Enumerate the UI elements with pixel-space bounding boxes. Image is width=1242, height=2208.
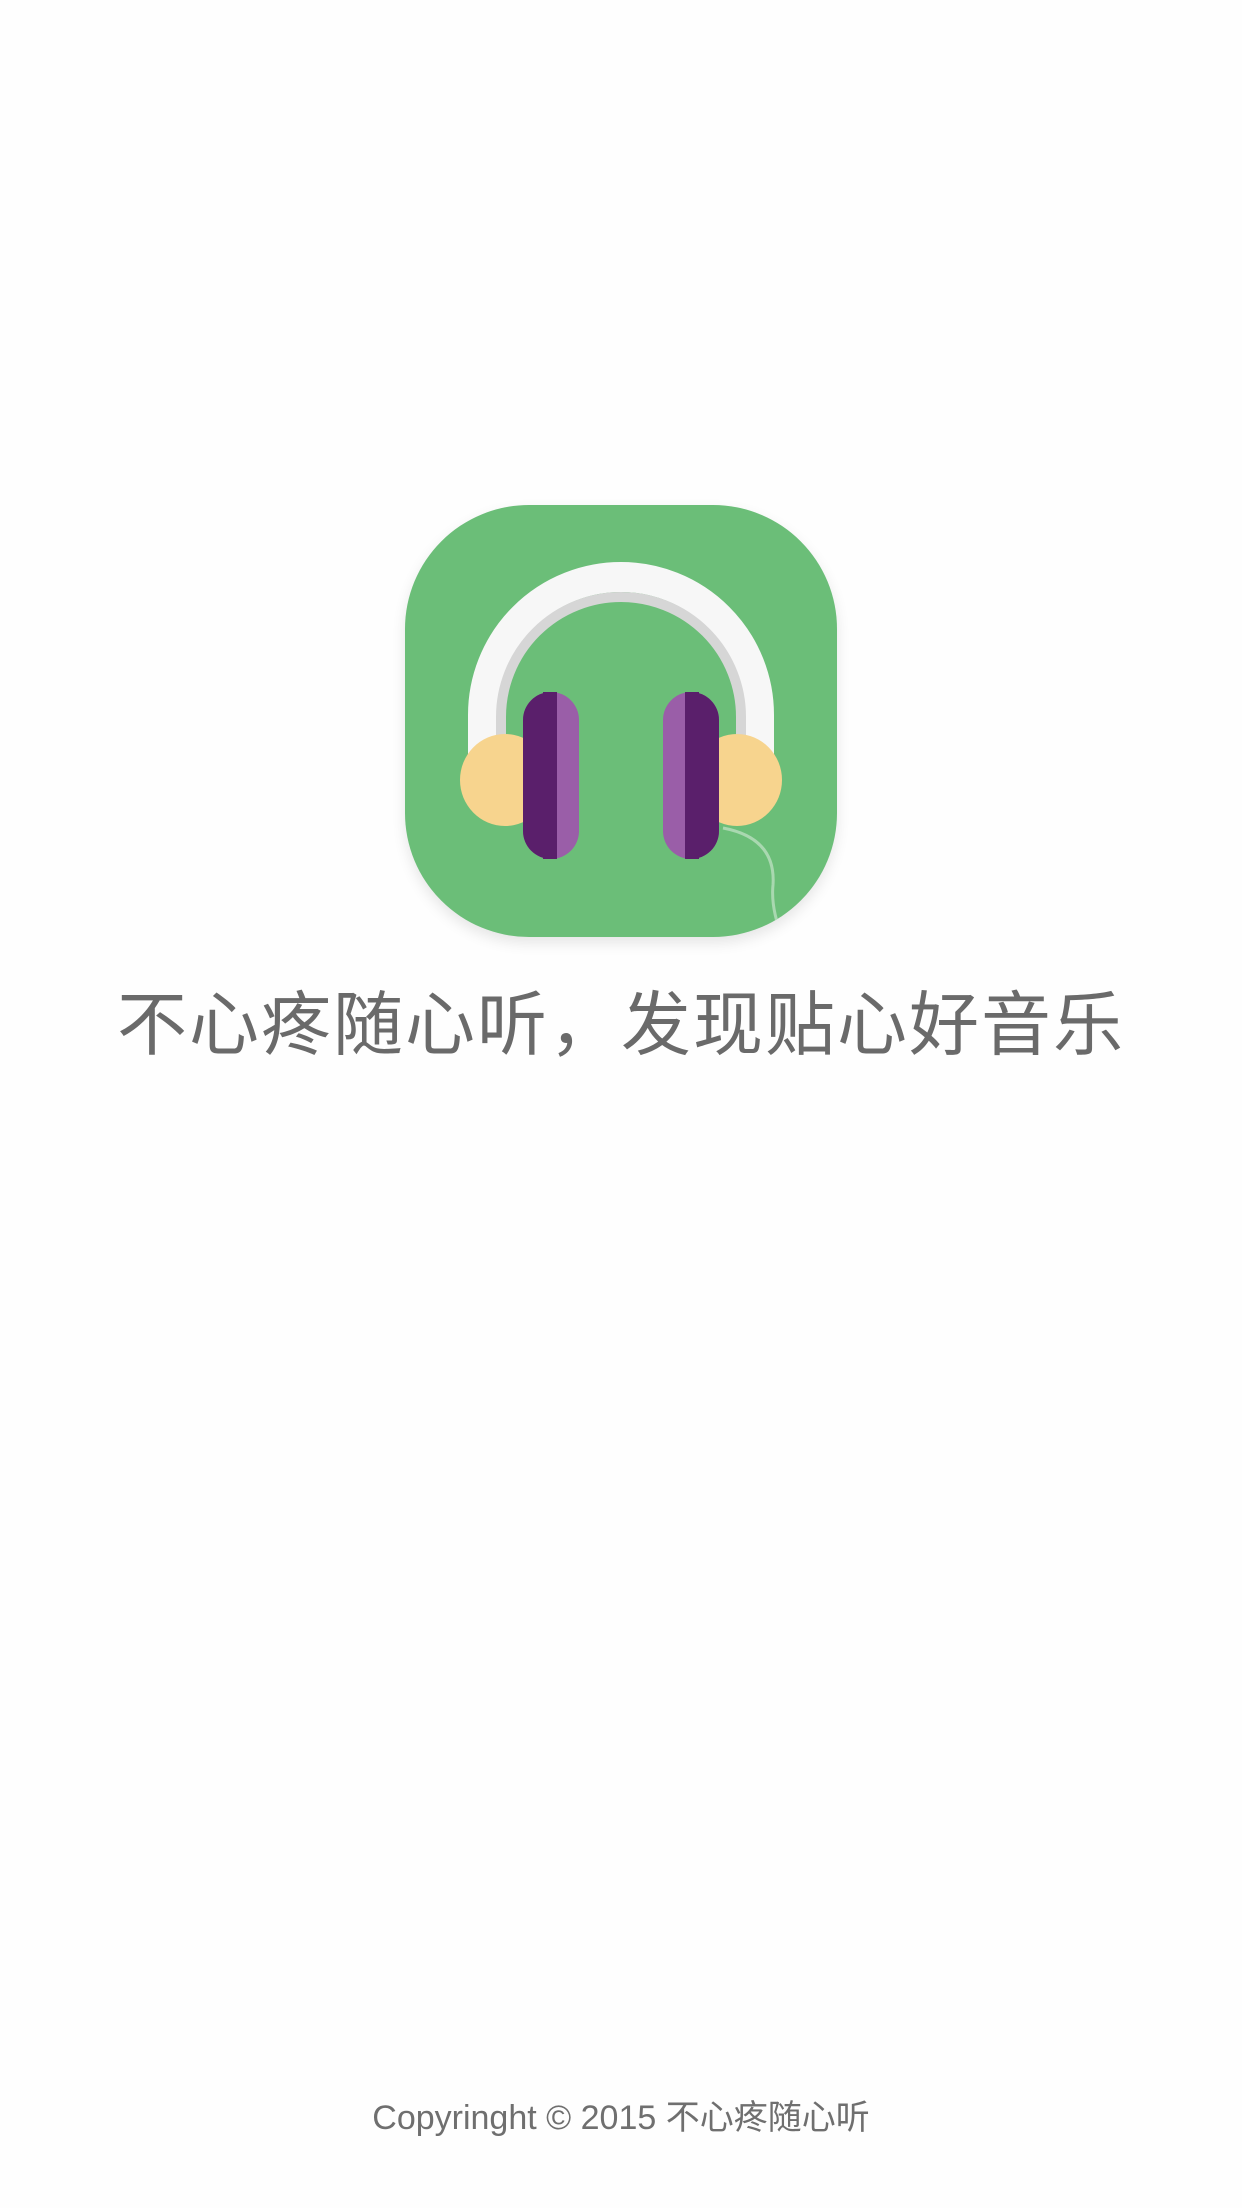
splash-screen: 不心疼随心听，发现贴心好音乐 Copyringht © 2015 不心疼随心听 (0, 0, 1242, 2208)
headphones-icon (460, 562, 784, 937)
app-logo (405, 505, 837, 937)
copyright-text: Copyringht © 2015 不心疼随心听 (372, 2099, 870, 2137)
app-slogan: 不心疼随心听，发现贴心好音乐 (117, 984, 1125, 1066)
